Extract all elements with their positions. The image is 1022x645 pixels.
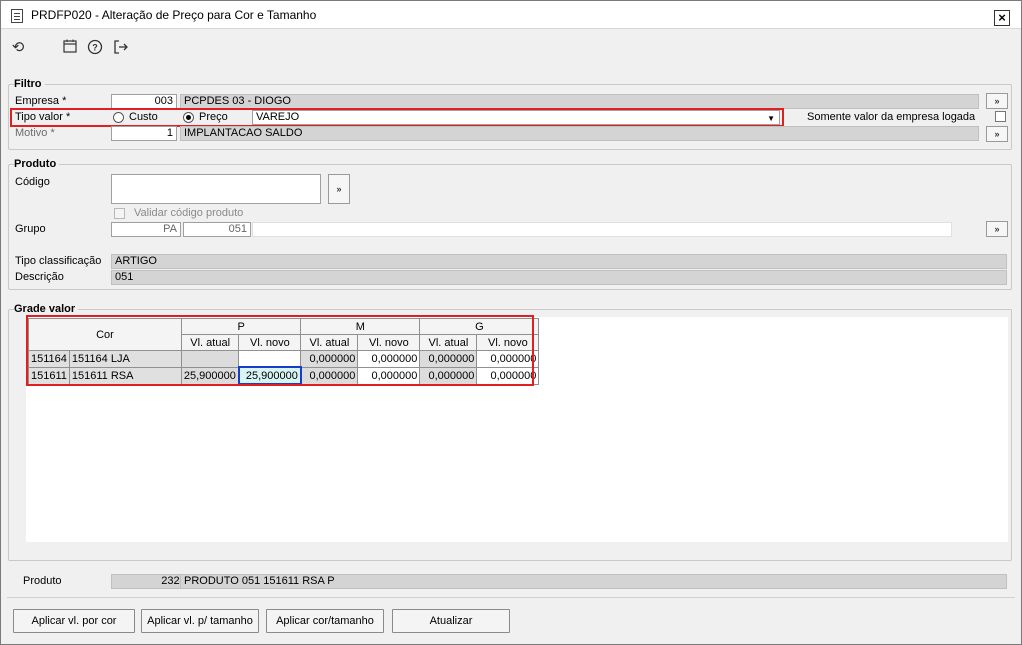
empresa-code-field[interactable]: 003 bbox=[111, 94, 177, 109]
codigo-search-button[interactable]: » bbox=[328, 174, 350, 204]
descricao-field: 051 bbox=[111, 270, 1007, 285]
descricao-label: Descrição bbox=[15, 271, 64, 283]
footer-produto-label: Produto bbox=[23, 575, 62, 587]
aplicar-por-cor-button[interactable]: Aplicar vl. por cor bbox=[13, 609, 135, 633]
exit-icon[interactable] bbox=[112, 39, 130, 57]
codigo-field[interactable] bbox=[111, 174, 321, 204]
grupo-label: Grupo bbox=[15, 223, 46, 235]
grupo-desc-field bbox=[252, 222, 952, 237]
empresa-label: Empresa * bbox=[15, 95, 67, 107]
codigo-label: Código bbox=[15, 176, 50, 188]
empresa-name-field: PCPDES 03 - DIOGO bbox=[180, 94, 979, 109]
validar-checkbox[interactable] bbox=[114, 208, 125, 219]
tipo-classificacao-label: Tipo classificação bbox=[15, 255, 102, 267]
title-bar: PRDFP020 - Alteração de Preço para Cor e… bbox=[1, 1, 1021, 29]
motivo-code-field[interactable]: 1 bbox=[111, 126, 177, 141]
tipo-valor-select[interactable]: VAREJO ▼ bbox=[252, 110, 780, 125]
tipo-valor-value: VAREJO bbox=[256, 111, 300, 123]
validar-label: Validar código produto bbox=[134, 207, 244, 219]
motivo-label: Motivo * bbox=[15, 127, 55, 139]
grupo-search-button[interactable]: » bbox=[986, 221, 1008, 237]
empresa-search-button[interactable]: » bbox=[986, 93, 1008, 109]
help-icon[interactable]: ? bbox=[86, 39, 104, 57]
aplicar-por-tamanho-button[interactable]: Aplicar vl. p/ tamanho bbox=[141, 609, 259, 633]
grade-highlight bbox=[26, 315, 534, 386]
aplicar-cor-tamanho-button[interactable]: Aplicar cor/tamanho bbox=[266, 609, 384, 633]
produto-title: Produto bbox=[14, 158, 60, 170]
footer-produto-desc: PRODUTO 051 151611 RSA P bbox=[180, 574, 1007, 589]
divider bbox=[7, 597, 1015, 598]
motivo-search-button[interactable]: » bbox=[986, 126, 1008, 142]
filtro-title: Filtro bbox=[14, 78, 45, 90]
atualizar-button[interactable]: Atualizar bbox=[392, 609, 510, 633]
close-button[interactable]: × bbox=[994, 10, 1010, 26]
refresh-icon[interactable]: ⟲ bbox=[9, 39, 27, 57]
custo-label: Custo bbox=[129, 111, 158, 123]
grupo-b-field[interactable]: 051 bbox=[183, 222, 251, 237]
document-icon bbox=[11, 9, 23, 23]
svg-text:?: ? bbox=[92, 43, 98, 53]
custo-radio[interactable] bbox=[113, 112, 124, 123]
main-window: PRDFP020 - Alteração de Preço para Cor e… bbox=[0, 0, 1022, 645]
calendar-icon[interactable] bbox=[61, 39, 79, 57]
somente-label: Somente valor da empresa logada bbox=[807, 111, 976, 123]
motivo-name-field: IMPLANTACAO SALDO bbox=[180, 126, 979, 141]
chevron-down-icon[interactable]: ▼ bbox=[767, 112, 775, 124]
grade-title: Grade valor bbox=[14, 303, 79, 315]
preco-label: Preço bbox=[199, 111, 228, 123]
window-title: PRDFP020 - Alteração de Preço para Cor e… bbox=[31, 8, 317, 22]
preco-radio[interactable] bbox=[183, 112, 194, 123]
grupo-a-field[interactable]: PA bbox=[111, 222, 181, 237]
tipo-classificacao-field: ARTIGO bbox=[111, 254, 1007, 269]
somente-checkbox[interactable] bbox=[995, 111, 1006, 122]
tipo-valor-label: Tipo valor * bbox=[15, 111, 71, 123]
